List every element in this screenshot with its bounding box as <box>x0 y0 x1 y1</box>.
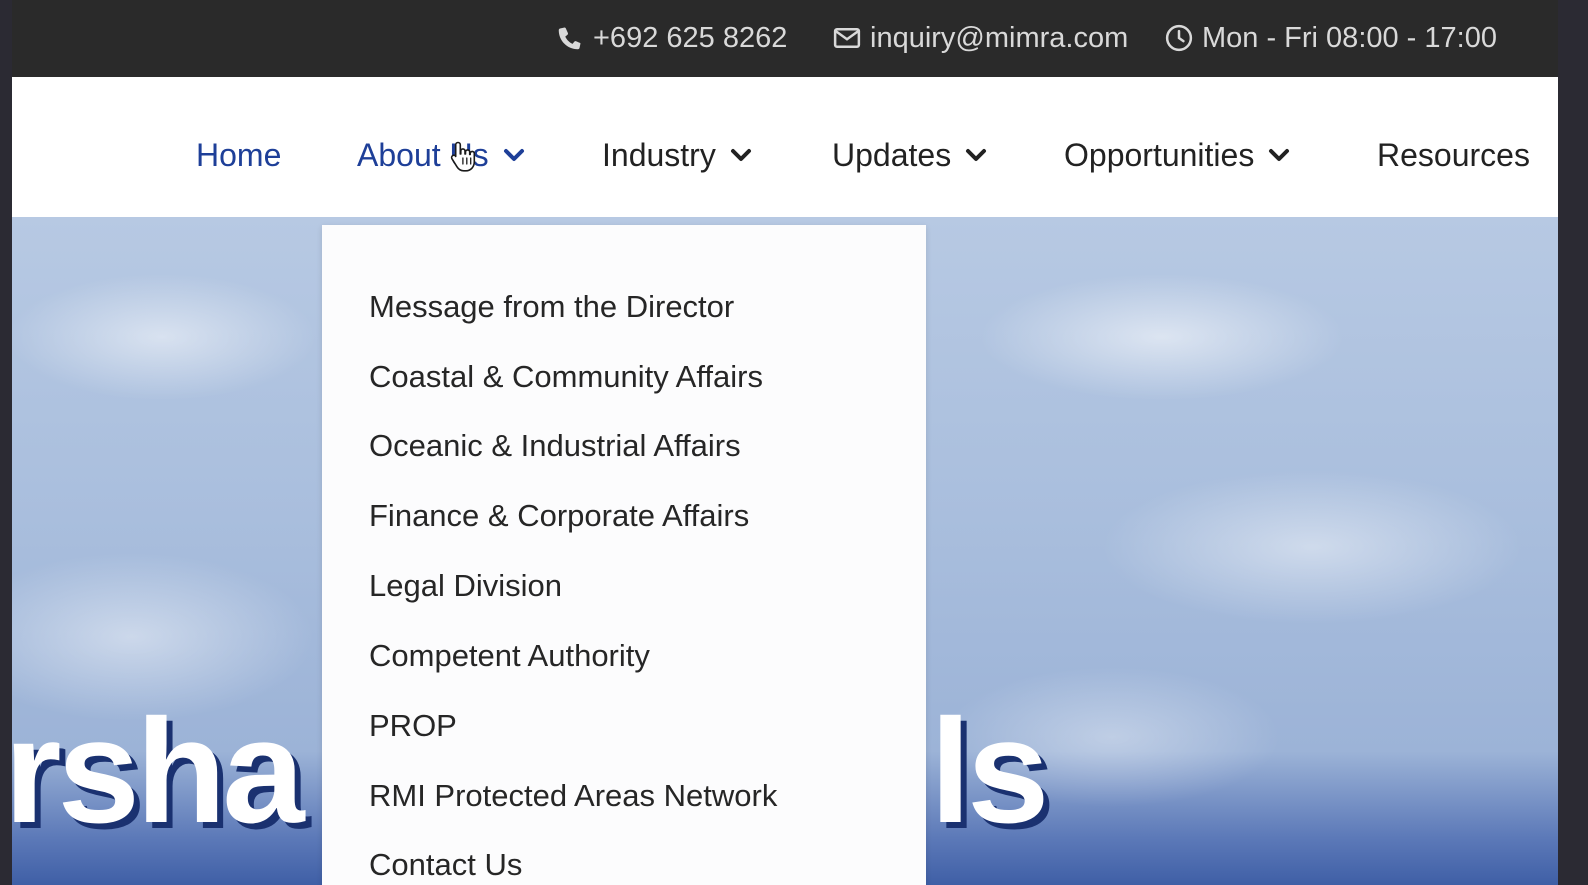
phone-contact[interactable]: +692 625 8262 <box>555 19 787 57</box>
clock-icon <box>1165 24 1193 52</box>
dropdown-item-prop[interactable]: PROP <box>369 706 457 746</box>
envelope-icon <box>833 28 861 48</box>
dropdown-item-competent-authority[interactable]: Competent Authority <box>369 636 650 676</box>
nav-about-us[interactable]: About Us <box>357 134 525 176</box>
chevron-down-icon <box>503 149 524 161</box>
contact-bar: +692 625 8262 inquiry@mimra.com Mon - Fr… <box>12 0 1558 77</box>
about-us-dropdown: Message from the Director Coastal & Comm… <box>322 225 926 885</box>
dropdown-item-legal-division[interactable]: Legal Division <box>369 566 562 606</box>
nav-home[interactable]: Home <box>196 134 281 176</box>
hero-title-left: rsha <box>12 689 305 854</box>
dropdown-item-oceanic-industrial[interactable]: Oceanic & Industrial Affairs <box>369 426 741 466</box>
nav-resources-label: Resources <box>1377 136 1530 173</box>
office-hours-text: Mon - Fri 08:00 - 17:00 <box>1202 21 1497 54</box>
browser-viewport: +692 625 8262 inquiry@mimra.com Mon - Fr… <box>12 0 1558 885</box>
dropdown-item-finance-corporate[interactable]: Finance & Corporate Affairs <box>369 496 749 536</box>
nav-opportunities-label: Opportunities <box>1064 136 1255 173</box>
email-address: inquiry@mimra.com <box>870 21 1129 54</box>
nav-updates-label: Updates <box>832 136 952 173</box>
dropdown-item-contact-us[interactable]: Contact Us <box>369 845 522 885</box>
phone-icon <box>558 27 581 50</box>
nav-updates[interactable]: Updates <box>832 134 987 176</box>
hand-cursor-icon <box>450 141 476 172</box>
hero-title-right: ls <box>930 689 1049 854</box>
nav-industry-label: Industry <box>602 136 716 173</box>
dropdown-item-protected-areas[interactable]: RMI Protected Areas Network <box>369 776 777 816</box>
dropdown-item-director-message[interactable]: Message from the Director <box>369 287 734 327</box>
nav-home-label: Home <box>196 136 282 173</box>
email-contact[interactable]: inquiry@mimra.com <box>832 19 1128 57</box>
nav-industry[interactable]: Industry <box>602 134 752 176</box>
nav-opportunities[interactable]: Opportunities <box>1064 134 1290 176</box>
chevron-down-icon <box>730 149 751 161</box>
phone-number: +692 625 8262 <box>593 21 788 54</box>
dropdown-item-coastal-community[interactable]: Coastal & Community Affairs <box>369 357 763 397</box>
chevron-down-icon <box>966 149 987 161</box>
office-hours: Mon - Fri 08:00 - 17:00 <box>1164 19 1497 57</box>
chevron-down-icon <box>1269 149 1290 161</box>
nav-resources[interactable]: Resources <box>1377 134 1530 176</box>
